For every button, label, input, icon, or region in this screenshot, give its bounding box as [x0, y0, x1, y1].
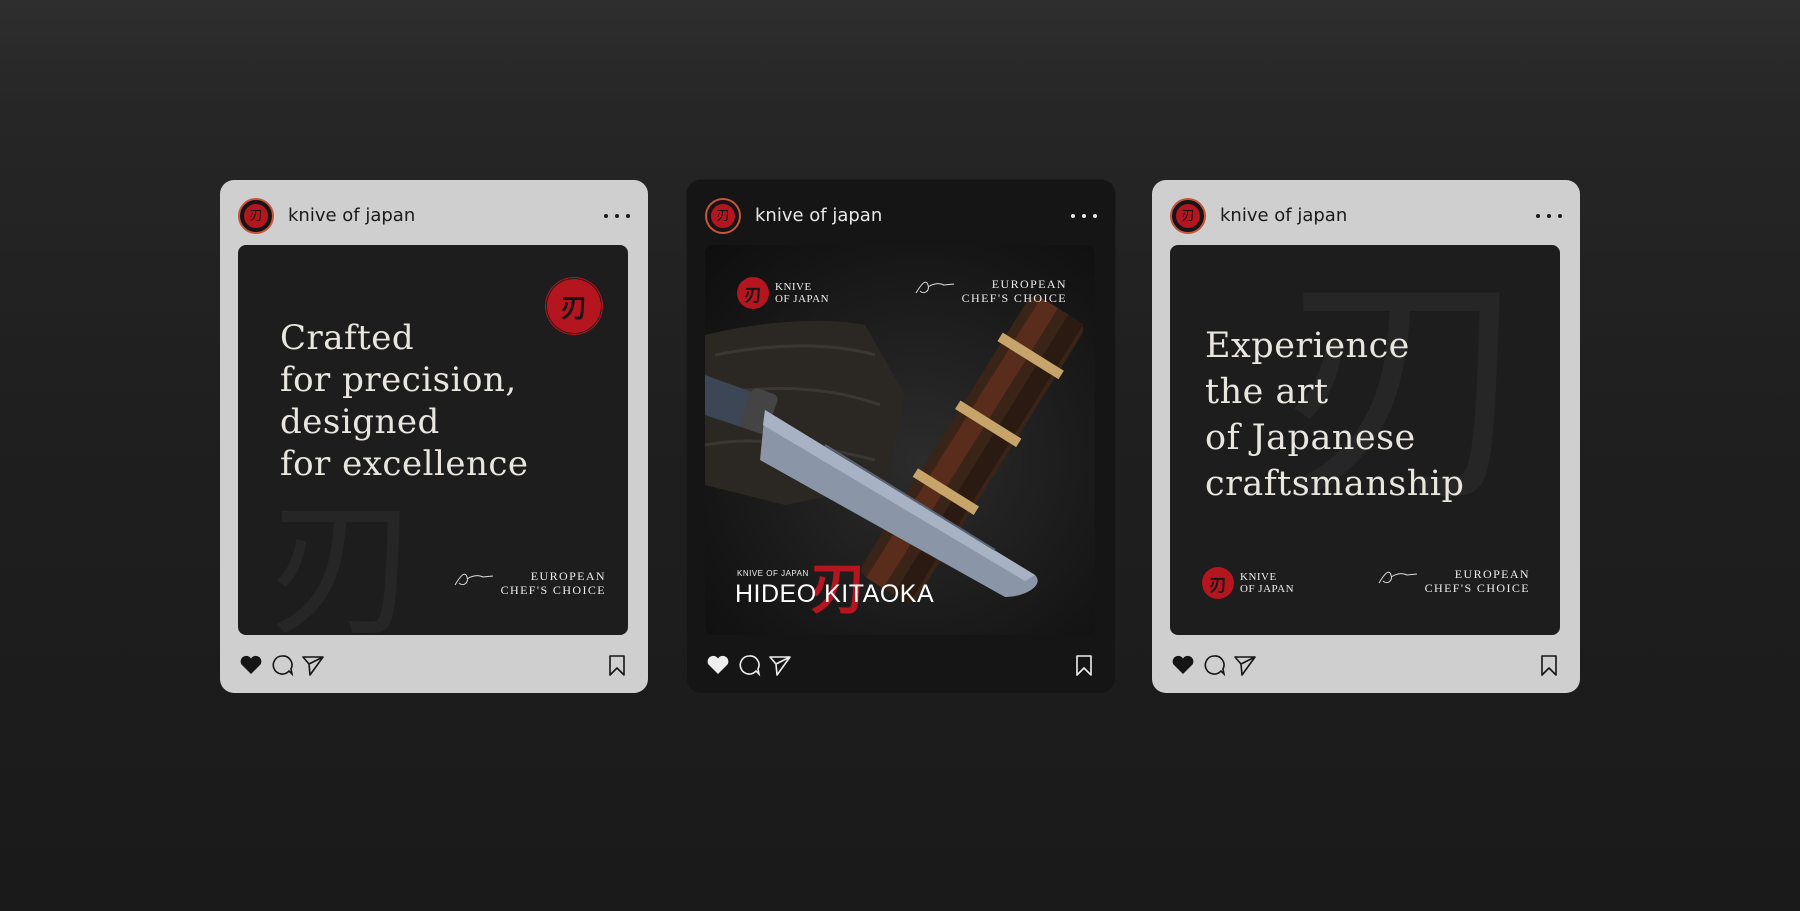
- signature-icon: [1378, 571, 1417, 584]
- post-image[interactable]: 刃 刃 Crafted for precision, designed for …: [238, 245, 628, 635]
- european-chefs-choice-badge: EUROPEAN CHEF'S CHOICE: [1377, 567, 1530, 595]
- post-headline: Experience the art of Japanese craftsman…: [1205, 323, 1464, 507]
- heart-icon[interactable]: [1170, 652, 1196, 678]
- european-chefs-choice-badge: EUROPEAN CHEF'S CHOICE: [914, 277, 1067, 305]
- brand-logo: 刃 KNIVE OF JAPAN: [737, 277, 829, 309]
- comment-icon[interactable]: [1201, 652, 1227, 678]
- maker-brand-small: KNIVE OF JAPAN: [737, 569, 809, 578]
- heart-icon[interactable]: [238, 652, 264, 678]
- heart-icon[interactable]: [705, 652, 731, 678]
- brand-logo: 刃 KNIVE OF JAPAN: [1202, 567, 1294, 599]
- username[interactable]: knive of japan: [755, 206, 882, 226]
- bookmark-icon[interactable]: [1071, 652, 1097, 678]
- post-card-2: 刃 knive of japan 刃 KNIVE OF JAPAN EUROPE…: [687, 180, 1115, 693]
- username[interactable]: knive of japan: [1220, 206, 1347, 226]
- post-headline: Crafted for precision, designed for exce…: [280, 317, 529, 485]
- maker-name: HIDEO KITAOKA: [735, 580, 935, 608]
- post-image[interactable]: 刃 Experience the art of Japanese craftsm…: [1170, 245, 1560, 635]
- signature-icon: [454, 573, 493, 586]
- headline-line: Experience: [1205, 326, 1410, 366]
- headline-line: the art: [1205, 372, 1329, 412]
- headline-line: for precision,: [280, 360, 517, 400]
- badge-line: EUROPEAN: [1454, 567, 1530, 581]
- badge-line: EUROPEAN: [530, 569, 606, 583]
- logo-seal-icon: 刃: [1176, 204, 1200, 228]
- post-card-3: 刃 knive of japan 刃 Experience the art of…: [1152, 180, 1580, 693]
- brand-seal-icon: 刃: [737, 277, 769, 309]
- more-options-icon[interactable]: [1071, 204, 1097, 228]
- more-options-icon[interactable]: [1536, 204, 1562, 228]
- brand-seal-icon: 刃: [549, 281, 599, 331]
- avatar[interactable]: 刃: [238, 198, 274, 234]
- post-header: 刃 knive of japan: [705, 198, 1097, 234]
- logo-seal-icon: 刃: [244, 204, 268, 228]
- bookmark-icon[interactable]: [1536, 652, 1562, 678]
- badge-line: CHEF'S CHOICE: [500, 583, 606, 597]
- signature-icon: [915, 281, 954, 294]
- logo-seal-icon: 刃: [711, 204, 735, 228]
- brand-line: OF JAPAN: [1240, 583, 1295, 595]
- share-icon[interactable]: [1232, 652, 1258, 678]
- post-header: 刃 knive of japan: [1170, 198, 1562, 234]
- brand-line: KNIVE: [775, 281, 812, 293]
- brand-line: KNIVE: [1240, 571, 1277, 583]
- badge-line: CHEF'S CHOICE: [1424, 581, 1530, 595]
- bookmark-icon[interactable]: [604, 652, 630, 678]
- avatar[interactable]: 刃: [705, 198, 741, 234]
- post-header: 刃 knive of japan: [238, 198, 630, 234]
- more-options-icon[interactable]: [604, 204, 630, 228]
- brand-line: OF JAPAN: [775, 293, 830, 305]
- post-actions: [705, 652, 1097, 680]
- comment-icon[interactable]: [736, 652, 762, 678]
- post-actions: [238, 652, 630, 680]
- kanji-watermark: 刃: [268, 483, 419, 635]
- headline-line: craftsmanship: [1205, 464, 1465, 504]
- share-icon[interactable]: [767, 652, 793, 678]
- european-chefs-choice-badge: EUROPEAN CHEF'S CHOICE: [453, 569, 606, 597]
- headline-line: of Japanese: [1205, 418, 1416, 458]
- post-actions: [1170, 652, 1562, 680]
- headline-line: designed: [280, 402, 440, 442]
- headline-line: Crafted: [280, 318, 415, 358]
- comment-icon[interactable]: [269, 652, 295, 678]
- post-card-1: 刃 knive of japan 刃 刃 Crafted for precisi…: [220, 180, 648, 693]
- headline-line: for excellence: [280, 444, 529, 484]
- brand-seal-icon: 刃: [1202, 567, 1234, 599]
- badge-line: EUROPEAN: [991, 277, 1067, 291]
- post-image[interactable]: 刃 KNIVE OF JAPAN EUROPEAN CHEF'S CHOICE …: [705, 245, 1095, 635]
- username[interactable]: knive of japan: [288, 206, 415, 226]
- share-icon[interactable]: [300, 652, 326, 678]
- badge-line: CHEF'S CHOICE: [961, 291, 1067, 305]
- avatar[interactable]: 刃: [1170, 198, 1206, 234]
